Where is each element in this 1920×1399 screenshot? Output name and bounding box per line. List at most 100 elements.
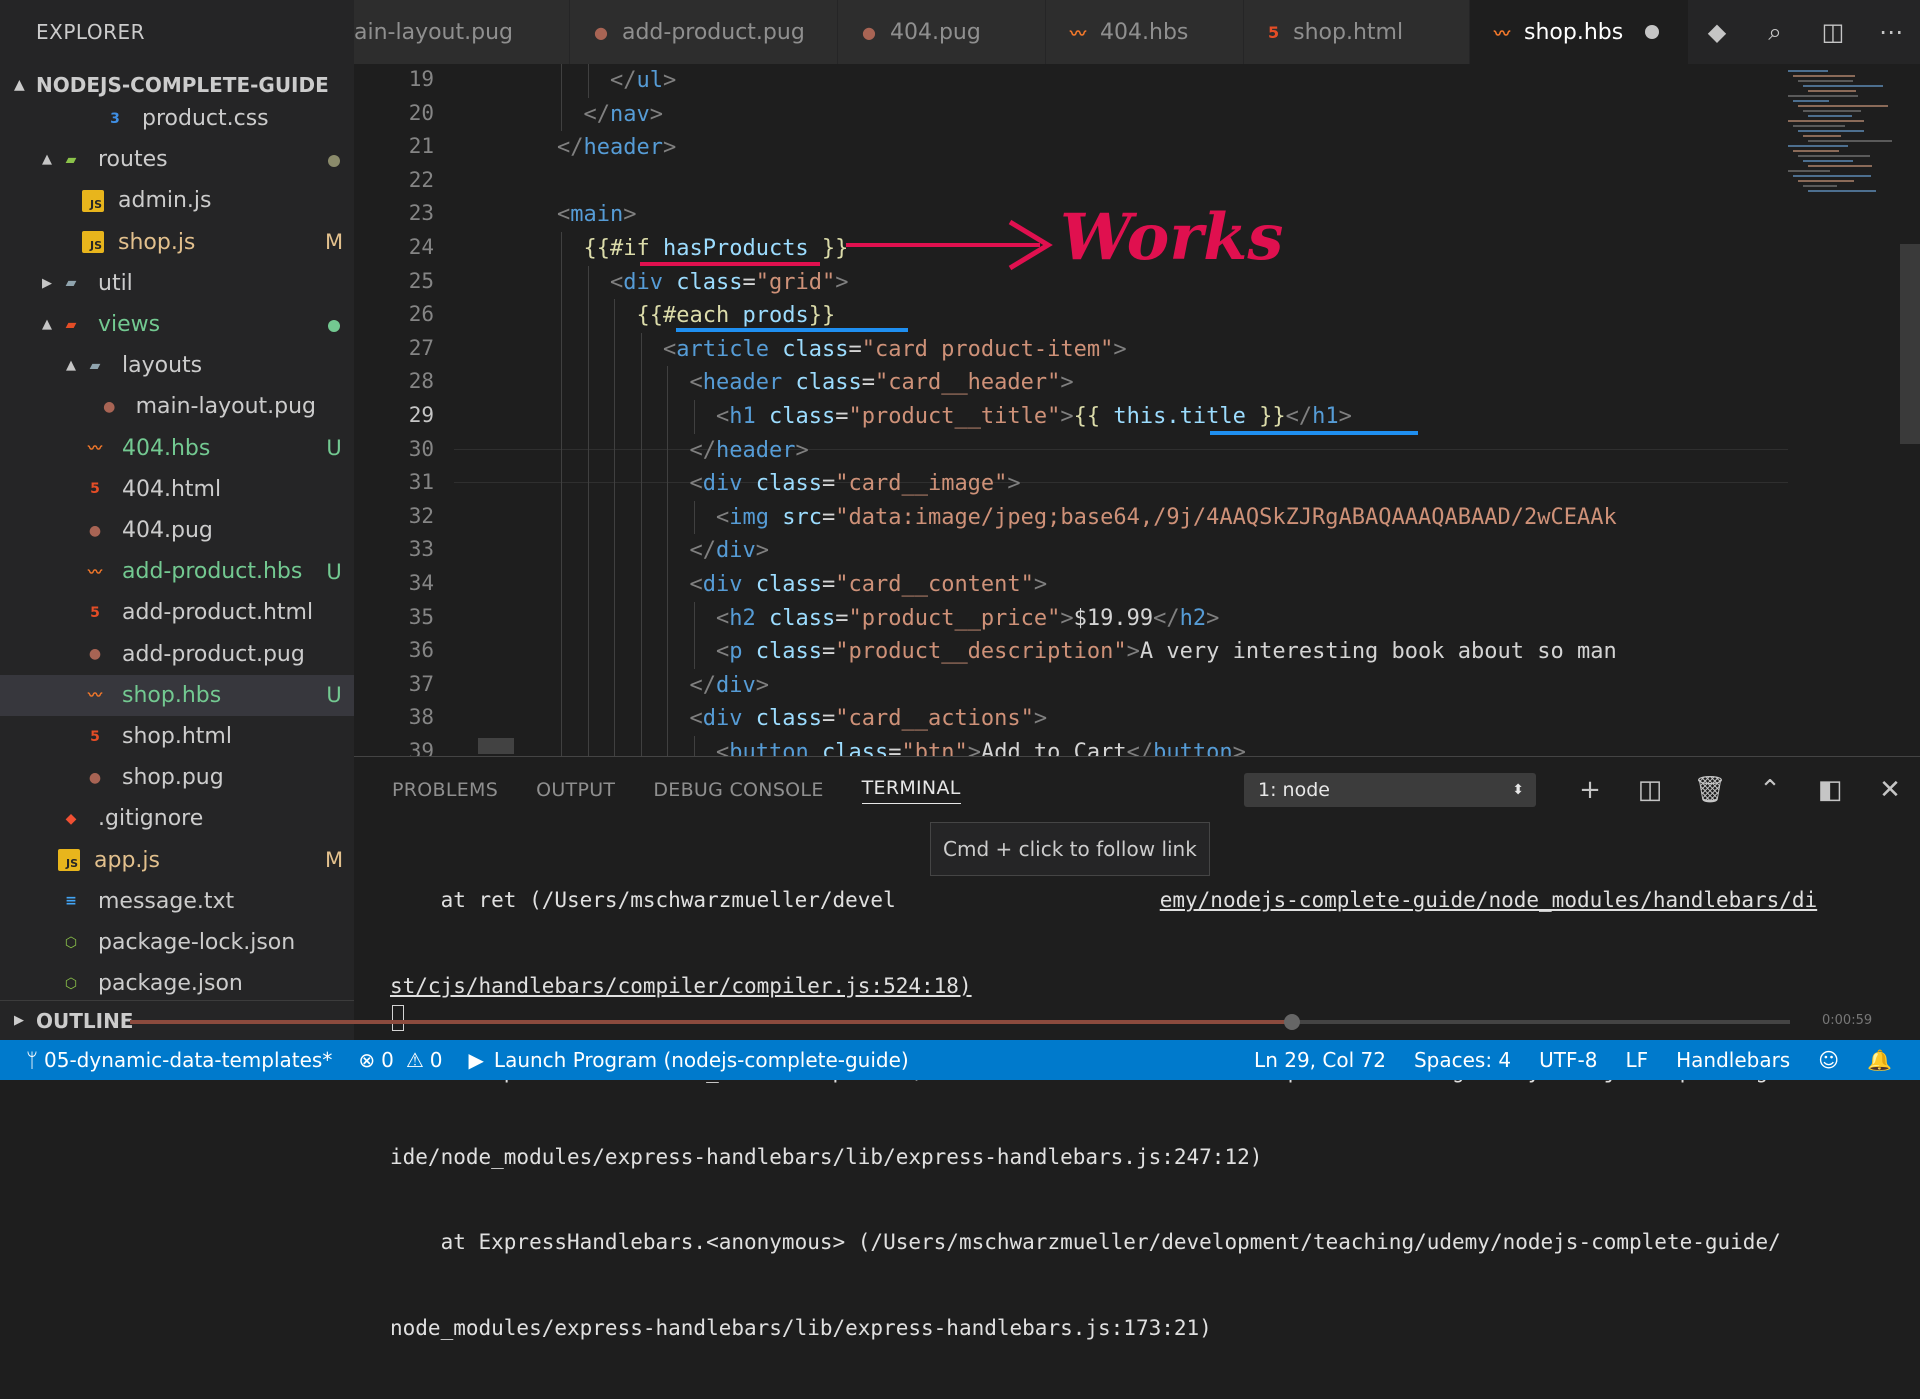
indent-guide xyxy=(561,668,562,703)
indent-guide xyxy=(561,366,562,400)
split-terminal-icon[interactable]: ◫ xyxy=(1620,775,1680,805)
minimap-line xyxy=(1798,130,1864,132)
tree-item[interactable]: 3 product.css xyxy=(0,98,354,139)
explorer-title: EXPLORER xyxy=(36,20,145,44)
pug-file-icon: ● xyxy=(103,398,116,415)
panel-tab-problems[interactable]: PROBLEMS xyxy=(392,779,498,801)
code-token: </ xyxy=(1285,404,1313,429)
code-token: hasProducts xyxy=(662,236,809,261)
tree-item[interactable]: ⬡ package.json xyxy=(0,963,354,1004)
indent-guide xyxy=(561,568,562,602)
indent-guide xyxy=(640,736,642,756)
editor-tab[interactable]: 〰 404.hbs xyxy=(1046,0,1244,64)
tree-item[interactable]: ● 404.pug xyxy=(0,510,354,551)
editor-tab[interactable]: ● 404.pug xyxy=(838,0,1046,64)
problems-status[interactable]: ⊗ 0 ⚠ 0 xyxy=(358,1048,442,1072)
close-panel-icon[interactable]: ✕ xyxy=(1860,775,1920,805)
editor-tab[interactable]: ● add-product.pug xyxy=(570,0,838,64)
editor-scrollbar-thumb[interactable] xyxy=(1900,244,1920,444)
tree-item-label: message.txt xyxy=(98,888,235,914)
tree-item-label: 404.html xyxy=(122,476,222,502)
minimap-line xyxy=(1793,75,1855,77)
code-token: ul xyxy=(636,68,664,93)
tree-item[interactable]: 〰 shop.hbs U xyxy=(0,674,354,716)
git-status-badge xyxy=(314,313,354,337)
notification-bell-icon[interactable]: 🔔 xyxy=(1867,1048,1892,1072)
indent-guide xyxy=(667,400,668,434)
launch-program-status[interactable]: ▶ Launch Program (nodejs-complete-guide) xyxy=(469,1048,909,1072)
code-token: header xyxy=(583,135,663,161)
encoding-status[interactable]: UTF-8 xyxy=(1539,1048,1597,1072)
terminal-output[interactable]: at ret (/Users/mschwarzmueller/devel emy/… xyxy=(390,829,1890,1399)
editor-tab[interactable]: 5 shop.html xyxy=(1244,0,1470,64)
tree-item[interactable]: ▲ ▰ views xyxy=(0,304,354,345)
tree-item[interactable]: ▲ ▰ layouts xyxy=(0,345,354,386)
feedback-smiley-icon[interactable]: ☺ xyxy=(1818,1048,1839,1072)
new-terminal-icon[interactable]: + xyxy=(1560,775,1620,805)
indent-guide xyxy=(693,500,695,535)
panel-tab-terminal[interactable]: TERMINAL xyxy=(861,777,961,804)
tree-item[interactable]: ● main-layout.pug xyxy=(0,386,354,427)
tree-item-label: add-product.html xyxy=(122,600,314,626)
tree-item[interactable]: 5 shop.html xyxy=(0,716,354,757)
cursor-position[interactable]: Ln 29, Col 72 xyxy=(1254,1048,1386,1072)
terminal-select[interactable]: 1: node ⬍ xyxy=(1244,773,1536,807)
trash-icon[interactable]: 🗑 xyxy=(1680,775,1740,805)
tree-item[interactable]: ⬡ package-lock.json xyxy=(0,922,354,963)
indentation-status[interactable]: Spaces: 4 xyxy=(1414,1048,1511,1072)
panel-tab-output[interactable]: OUTPUT xyxy=(536,779,615,801)
editor-tab[interactable]: ain-layout.pug xyxy=(354,0,570,64)
open-preview-icon[interactable]: ⌕ xyxy=(1746,18,1804,46)
tree-item[interactable]: ◆ .gitignore xyxy=(0,798,354,839)
code-token: = xyxy=(742,269,756,295)
unsaved-dot-icon[interactable] xyxy=(1645,25,1660,39)
video-progress-bar[interactable] xyxy=(130,1014,1790,1030)
tree-item[interactable]: ● add-product.pug xyxy=(0,634,354,675)
select-caret-icon: ⬍ xyxy=(1512,782,1524,798)
tree-item[interactable]: JS shop.js M xyxy=(0,222,354,263)
split-editor-icon[interactable]: ◫ xyxy=(1804,18,1862,46)
tree-item[interactable]: 5 404.html xyxy=(0,469,354,510)
chevron-right-icon: ▶ xyxy=(42,275,52,291)
code-token: "product__description" xyxy=(835,639,1127,665)
code-token: "product__price" xyxy=(848,605,1061,631)
code-editor[interactable]: 19 20 21 22 23 24 25 26 27 28 29 30 31 32 33 34 35 36 37 38… xyxy=(354,64,1920,756)
tree-item[interactable]: ● shop.pug xyxy=(0,757,354,798)
tree-item[interactable]: 5 add-product.html xyxy=(0,592,354,633)
tree-item[interactable]: JS admin.js xyxy=(0,180,354,221)
tree-item[interactable]: ▲ ▰ routes xyxy=(0,139,354,180)
minimap[interactable] xyxy=(1780,64,1920,756)
code-token: < xyxy=(716,504,730,530)
video-progress-knob[interactable] xyxy=(1284,1014,1300,1030)
git-compare-icon[interactable]: ◆ xyxy=(1688,18,1746,46)
panel-actions: + ◫ 🗑 ⌃ ◧ ✕ xyxy=(1560,767,1920,813)
text-file-icon: ≡ xyxy=(65,893,77,910)
language-mode[interactable]: Handlebars xyxy=(1676,1048,1790,1072)
code-token: < xyxy=(663,336,677,362)
minimap-line xyxy=(1798,155,1870,157)
code-line: </div> xyxy=(690,534,770,568)
tree-item[interactable]: 〰 add-product.hbs U xyxy=(0,551,354,592)
terminal-line: ide/node_modules/express-handlebars/lib/… xyxy=(390,1144,1263,1169)
indent-guide xyxy=(561,601,562,636)
tree-item-label: main-layout.pug xyxy=(135,394,317,420)
tree-item[interactable]: ▶ ▰ util xyxy=(0,263,354,304)
line-number: 36 xyxy=(408,638,434,663)
toggle-panel-icon[interactable]: ◧ xyxy=(1800,775,1860,805)
git-branch-status[interactable]: ᛘ 05-dynamic-data-templates* xyxy=(26,1048,332,1072)
more-actions-icon[interactable]: ⋯ xyxy=(1862,18,1920,46)
maximize-panel-icon[interactable]: ⌃ xyxy=(1740,775,1800,805)
code-line: </ul> xyxy=(610,64,676,98)
tree-item[interactable]: 〰 404.hbs U xyxy=(0,428,354,469)
tree-item[interactable]: JS app.js M xyxy=(0,840,354,881)
code-token: "btn" xyxy=(901,740,968,756)
indent-guide xyxy=(614,601,615,636)
code-token: "product__title" xyxy=(848,404,1061,429)
panel-tab-debug-console[interactable]: DEBUG CONSOLE xyxy=(653,779,823,801)
eol-status[interactable]: LF xyxy=(1625,1048,1648,1072)
horizontal-scrollbar-thumb[interactable] xyxy=(478,738,514,754)
indent-guide xyxy=(640,568,642,602)
tree-item[interactable]: ≡ message.txt xyxy=(0,881,354,922)
indent-guide xyxy=(561,299,562,333)
indent-guide xyxy=(693,635,695,669)
